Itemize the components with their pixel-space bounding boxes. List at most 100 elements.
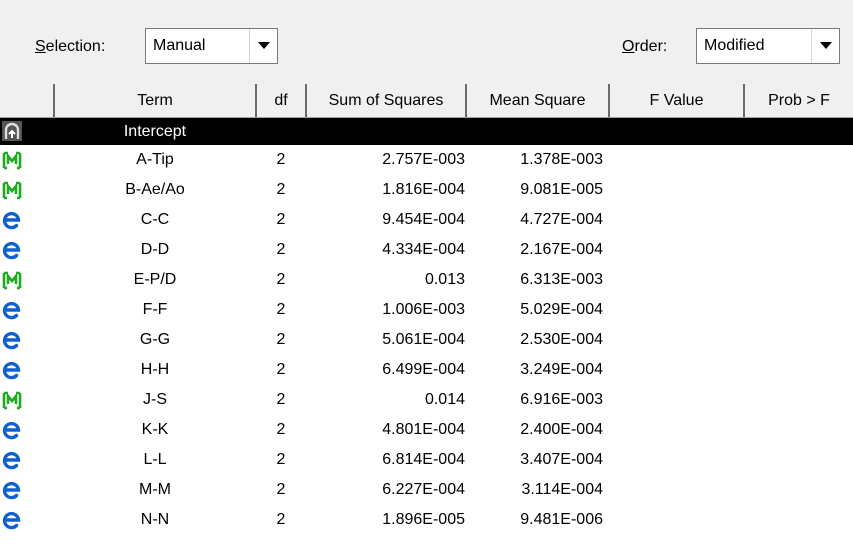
error-term-icon[interactable] (2, 510, 22, 530)
term-cell: B-Ae/Ao (125, 181, 185, 198)
sum-of-squares-cell (307, 118, 465, 145)
column-header-sum-of-squares[interactable]: Sum of Squares (307, 84, 467, 117)
table-row[interactable]: M-M 2 6.227E-004 3.114E-004 (0, 475, 853, 505)
mean-square-cell: 3.114E-004 (521, 481, 603, 498)
chevron-down-icon[interactable] (249, 29, 277, 63)
df-cell: 2 (276, 451, 286, 468)
table-row[interactable]: L-L 2 6.814E-004 3.407E-004 (0, 445, 853, 475)
term-cell: Intercept (123, 123, 187, 140)
sum-of-squares-cell: 6.227E-004 (382, 481, 465, 498)
mean-square-cell: 3.249E-004 (520, 361, 603, 378)
table-row[interactable]: D-D 2 4.334E-004 2.167E-004 (0, 235, 853, 265)
term-cell: M-M (139, 481, 171, 498)
table-row[interactable]: J-S 2 0.014 6.916E-003 (0, 385, 853, 415)
mean-square-cell: 9.081E-005 (520, 181, 603, 198)
model-term-icon[interactable] (2, 150, 22, 170)
column-header-mean-square[interactable]: Mean Square (467, 84, 610, 117)
sum-of-squares-cell: 6.814E-004 (382, 451, 465, 468)
df-cell: 2 (276, 481, 286, 498)
table-row[interactable]: H-H 2 6.499E-004 3.249E-004 (0, 355, 853, 385)
term-cell: G-G (139, 331, 171, 348)
error-term-icon[interactable] (2, 450, 22, 470)
error-term-icon[interactable] (2, 300, 22, 320)
term-cell: A-Tip (136, 151, 174, 168)
error-term-icon[interactable] (2, 330, 22, 350)
error-term-icon[interactable] (2, 420, 22, 440)
mean-square-cell: 6.916E-003 (520, 391, 603, 408)
term-cell: H-H (140, 361, 170, 378)
sum-of-squares-cell: 1.816E-004 (382, 181, 465, 198)
mean-square-cell: 3.407E-004 (520, 451, 603, 468)
table-row[interactable]: E-P/D 2 0.013 6.313E-003 (0, 265, 853, 295)
term-cell: C-C (140, 211, 170, 228)
table-row[interactable]: F-F 2 1.006E-003 5.029E-004 (0, 295, 853, 325)
table-row[interactable]: Intercept (0, 118, 853, 145)
table-row[interactable]: C-C 2 9.454E-004 4.727E-004 (0, 205, 853, 235)
order-value: Modified (704, 37, 765, 54)
df-cell: 2 (276, 271, 286, 288)
intercept-icon[interactable] (2, 121, 22, 141)
order-label: Order: (622, 38, 668, 55)
column-header-prob-f[interactable]: Prob > F (745, 84, 853, 117)
table-row[interactable]: B-Ae/Ao 2 1.816E-004 9.081E-005 (0, 175, 853, 205)
df-cell: 2 (276, 421, 286, 438)
column-header-term[interactable]: Term (55, 84, 257, 117)
mean-square-cell: 6.313E-003 (520, 271, 603, 288)
sum-of-squares-cell: 0.014 (424, 391, 465, 408)
df-cell: 2 (276, 241, 286, 258)
error-term-icon[interactable] (2, 240, 22, 260)
sum-of-squares-cell: 6.499E-004 (382, 361, 465, 378)
df-cell: 2 (276, 181, 286, 198)
chevron-down-icon[interactable] (811, 29, 839, 63)
model-term-icon[interactable] (2, 390, 22, 410)
mean-square-cell: 1.378E-003 (520, 151, 603, 168)
df-cell (257, 118, 305, 145)
toolbar: Selection: Manual Order: Modified (0, 0, 853, 84)
anova-table-body: Intercept A-Tip 2 2.757E-003 1.378E-003 B-Ae/… (0, 118, 853, 535)
mean-square-cell (467, 118, 603, 145)
term-cell: E-P/D (133, 271, 177, 288)
term-cell: K-K (141, 421, 169, 438)
term-cell: F-F (142, 301, 168, 318)
mean-square-cell: 5.029E-004 (520, 301, 603, 318)
term-cell: N-N (140, 511, 170, 528)
sum-of-squares-cell: 4.334E-004 (382, 241, 465, 258)
column-header-icon[interactable] (0, 84, 55, 117)
df-cell: 2 (276, 331, 286, 348)
error-term-icon[interactable] (2, 360, 22, 380)
sum-of-squares-cell: 1.896E-005 (382, 511, 465, 528)
column-header-f-value[interactable]: F Value (610, 84, 745, 117)
df-cell: 2 (276, 511, 286, 528)
mean-square-cell: 2.530E-004 (520, 331, 603, 348)
model-term-icon[interactable] (2, 270, 22, 290)
table-row[interactable]: K-K 2 4.801E-004 2.400E-004 (0, 415, 853, 445)
df-cell: 2 (276, 301, 286, 318)
mean-square-cell: 9.481E-006 (520, 511, 603, 528)
term-cell: J-S (143, 391, 167, 408)
sum-of-squares-cell: 2.757E-003 (382, 151, 465, 168)
selection-value: Manual (153, 37, 206, 54)
error-term-icon[interactable] (2, 210, 22, 230)
table-header: Term df Sum of Squares Mean Square F Val… (0, 84, 853, 118)
selection-dropdown[interactable]: Manual (145, 28, 278, 64)
df-cell: 2 (276, 211, 286, 228)
error-term-icon[interactable] (2, 480, 22, 500)
sum-of-squares-cell: 5.061E-004 (382, 331, 465, 348)
model-term-icon[interactable] (2, 180, 22, 200)
sum-of-squares-cell: 1.006E-003 (382, 301, 465, 318)
sum-of-squares-cell: 4.801E-004 (382, 421, 465, 438)
selection-label: Selection: (35, 38, 106, 55)
df-cell: 2 (276, 361, 286, 378)
sum-of-squares-cell: 0.013 (424, 271, 465, 288)
df-cell: 2 (276, 391, 286, 408)
table-row[interactable]: G-G 2 5.061E-004 2.530E-004 (0, 325, 853, 355)
column-header-df[interactable]: df (257, 84, 307, 117)
table-row[interactable]: N-N 2 1.896E-005 9.481E-006 (0, 505, 853, 535)
term-cell: L-L (143, 451, 167, 468)
mean-square-cell: 2.167E-004 (520, 241, 603, 258)
sum-of-squares-cell: 9.454E-004 (382, 211, 465, 228)
df-cell: 2 (276, 151, 286, 168)
mean-square-cell: 2.400E-004 (520, 421, 603, 438)
order-dropdown[interactable]: Modified (696, 28, 840, 64)
table-row[interactable]: A-Tip 2 2.757E-003 1.378E-003 (0, 145, 853, 175)
